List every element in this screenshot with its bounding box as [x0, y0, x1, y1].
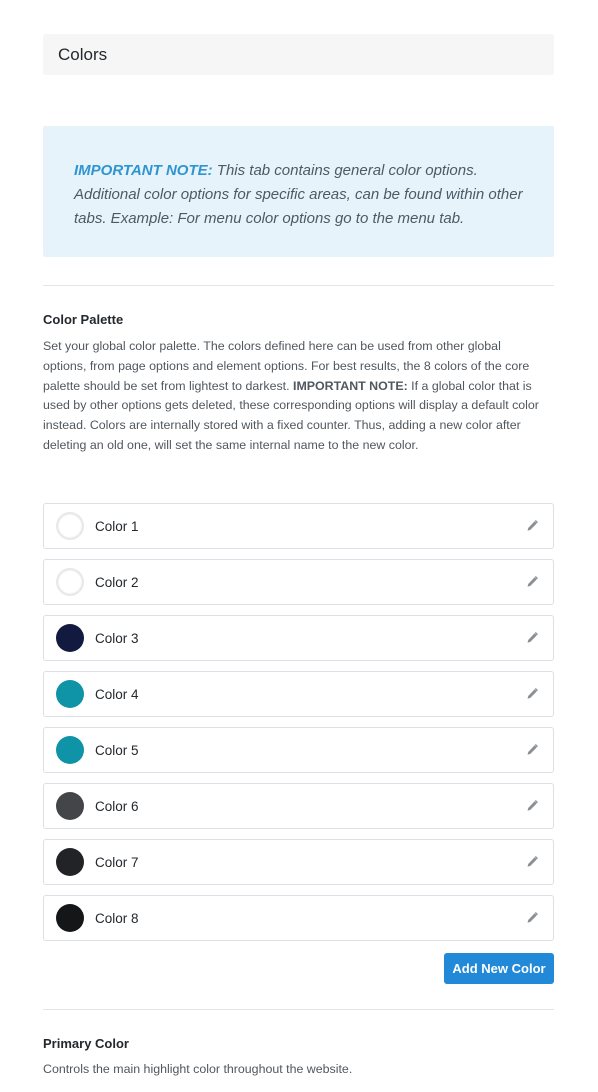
page-title: Colors: [58, 44, 108, 64]
color-label: Color 4: [95, 686, 139, 702]
color-label: Color 1: [95, 518, 139, 534]
pencil-icon[interactable]: [525, 855, 539, 869]
color-palette-title: Color Palette: [43, 312, 124, 327]
divider: [43, 1009, 554, 1010]
color-row[interactable]: Color 6: [43, 783, 554, 829]
color-row[interactable]: Color 8: [43, 895, 554, 941]
primary-color-description: Controls the main highlight color throug…: [43, 1062, 353, 1076]
color-row[interactable]: Color 7: [43, 839, 554, 885]
color-swatch[interactable]: [56, 848, 84, 876]
color-row[interactable]: Color 2: [43, 559, 554, 605]
important-note-label: IMPORTANT NOTE:: [74, 162, 213, 179]
color-row[interactable]: Color 3: [43, 615, 554, 661]
important-note-box: IMPORTANT NOTE: This tab contains genera…: [43, 126, 554, 257]
pencil-icon[interactable]: [525, 631, 539, 645]
color-label: Color 2: [95, 574, 139, 590]
color-swatch[interactable]: [56, 792, 84, 820]
color-row[interactable]: Color 5: [43, 727, 554, 773]
section-header: Colors: [43, 34, 554, 75]
add-new-color-button[interactable]: Add New Color: [444, 953, 554, 984]
color-label: Color 8: [95, 910, 139, 926]
pencil-icon[interactable]: [525, 575, 539, 589]
color-swatch[interactable]: [56, 904, 84, 932]
pencil-icon[interactable]: [525, 799, 539, 813]
color-swatch[interactable]: [56, 736, 84, 764]
color-palette-description: Set your global color palette. The color…: [43, 337, 543, 456]
color-label: Color 7: [95, 854, 139, 870]
color-row[interactable]: Color 4: [43, 671, 554, 717]
divider: [43, 285, 554, 286]
pencil-icon[interactable]: [525, 743, 539, 757]
color-swatch[interactable]: [56, 680, 84, 708]
pencil-icon[interactable]: [525, 911, 539, 925]
pencil-icon[interactable]: [525, 519, 539, 533]
color-label: Color 6: [95, 798, 139, 814]
color-swatch[interactable]: [56, 568, 84, 596]
palette-description-important: IMPORTANT NOTE:: [293, 378, 408, 393]
color-label: Color 3: [95, 630, 139, 646]
color-swatch[interactable]: [56, 512, 84, 540]
color-swatch[interactable]: [56, 624, 84, 652]
color-label: Color 5: [95, 742, 139, 758]
primary-color-title: Primary Color: [43, 1036, 129, 1051]
color-palette-list: Color 1 Color 2 Color 3 Color 4 Color 5 Color…: [43, 503, 554, 951]
pencil-icon[interactable]: [525, 687, 539, 701]
color-row[interactable]: Color 1: [43, 503, 554, 549]
